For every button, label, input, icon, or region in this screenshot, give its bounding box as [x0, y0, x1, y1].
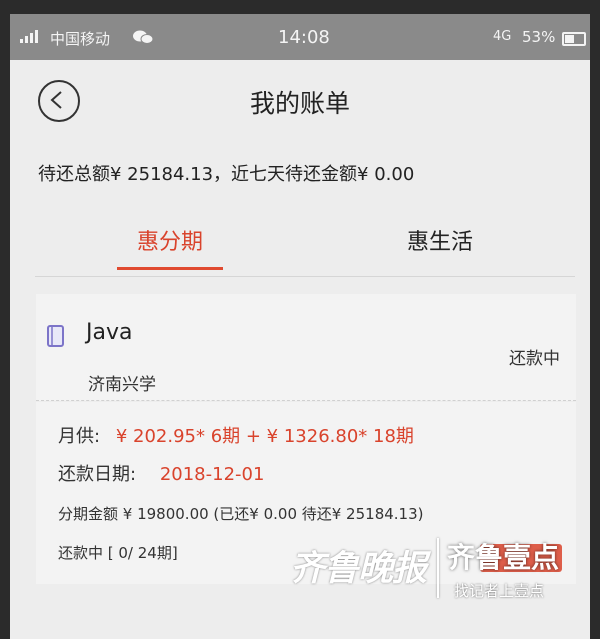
repayment-status: 还款中 [509, 349, 560, 369]
installment-progress: 还款中 [ 0/ 24期] [58, 544, 178, 562]
network-indicator: 4G [493, 29, 512, 44]
school-name: 济南兴学 [88, 375, 156, 395]
monthly-payment-row: 月供: ¥ 202.95* 6期 + ¥ 1326.80* 18期 [58, 422, 414, 448]
repayment-date-row: 还款日期: 2018-12-01 [58, 460, 264, 486]
course-name: Java [86, 320, 133, 345]
tab-installment[interactable]: 惠分期 [95, 224, 245, 256]
monthly-value: ¥ 202.95* 6期 + ¥ 1326.80* 18期 [115, 426, 414, 447]
signal-icon [20, 29, 38, 43]
wechat-icon [133, 30, 154, 44]
watermark-divider [437, 538, 439, 598]
active-tab-indicator [117, 267, 223, 270]
date-label: 还款日期: [58, 464, 137, 485]
monthly-label: 月供: [58, 426, 101, 447]
battery-percent: 53% [522, 28, 556, 46]
watermark-brand: 齐鲁壹点 [447, 541, 560, 574]
tab-life[interactable]: 惠生活 [365, 224, 515, 256]
bill-card-header[interactable]: Java 济南兴学 还款中 [36, 294, 576, 401]
battery-icon [562, 32, 586, 46]
carrier-label: 中国移动 [50, 30, 111, 48]
clock: 14:08 [278, 27, 330, 48]
tab-divider [35, 276, 575, 277]
phone-screen: 中国移动 14:08 4G 53% 我的账单 待还总额¥ 25184.13，近七… [10, 14, 590, 639]
installment-amount: 分期金额 ¥ 19800.00 (已还¥ 0.00 待还¥ 25184.13) [58, 505, 424, 523]
status-bar: 中国移动 14:08 4G 53% [10, 14, 590, 60]
book-icon [47, 325, 64, 347]
watermark-slogan: 找记者上壹点 [454, 582, 545, 600]
date-value: 2018-12-01 [159, 464, 265, 485]
page-title: 我的账单 [249, 89, 350, 118]
watermark-logo-text: 齐鲁晚报 [290, 548, 427, 589]
bill-summary: 待还总额¥ 25184.13，近七天待还金额¥ 0.00 [38, 164, 415, 185]
